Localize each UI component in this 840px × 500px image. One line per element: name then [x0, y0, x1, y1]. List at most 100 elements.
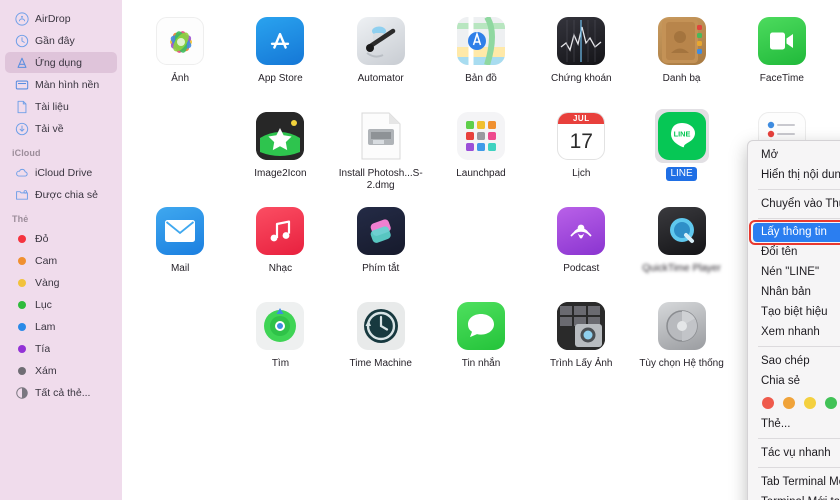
menu-item-compress[interactable]: Nén "LINE"	[748, 262, 840, 282]
sidebar-item-label: Xám	[35, 364, 57, 377]
file-item-contacts[interactable]: Danh bạ	[631, 6, 731, 101]
contacts-icon	[655, 14, 709, 68]
sidebar-item-tag-green[interactable]: Lục	[5, 294, 117, 315]
sidebar-item-airdrop[interactable]: AirDrop	[5, 8, 117, 29]
menu-item-show-package-contents[interactable]: Hiển thị nội dung gói	[748, 165, 840, 185]
context-menu: Mở Hiển thị nội dung gói Chuyển vào Thùn…	[747, 140, 840, 500]
file-item-line[interactable]: LINE LINE	[631, 101, 731, 196]
file-item-image-capture[interactable]: Trình Lấy Ảnh	[531, 291, 631, 386]
sidebar-group-header: Thẻ	[12, 214, 29, 224]
file-item-empty-2	[431, 196, 531, 291]
menu-item-quick-look[interactable]: Xem nhanh	[748, 322, 840, 342]
tag-color-green[interactable]	[825, 397, 837, 409]
menu-item-open[interactable]: Mở	[748, 145, 840, 165]
menu-item-new-terminal-at-folder[interactable]: Terminal Mới tại Thư mục	[748, 492, 840, 500]
sidebar-item-tag-gray[interactable]: Xám	[5, 360, 117, 381]
menu-item-new-terminal-tab-at-folder[interactable]: Tab Terminal Mới tại Thư mục	[748, 472, 840, 492]
sidebar-item-recents[interactable]: Gần đây	[5, 30, 117, 51]
menu-item-copy[interactable]: Sao chép	[748, 351, 840, 371]
file-item-automator[interactable]: Automator	[331, 6, 431, 101]
file-label: Trình Lấy Ảnh	[550, 358, 613, 369]
menu-item-move-to-trash[interactable]: Chuyển vào Thùng rác	[748, 194, 840, 214]
file-item-spacer-3	[130, 291, 230, 386]
photos-icon	[153, 14, 207, 68]
file-item-image2icon[interactable]: Image2Icon	[230, 101, 330, 196]
file-label	[477, 262, 485, 264]
file-label: Chứng khoán	[550, 73, 612, 84]
sidebar-group-favorites: AirDrop Gần đây Ứng dụng Màn hình nền Tà…	[0, 8, 122, 139]
file-item-music[interactable]: Nhạc	[230, 196, 330, 291]
file-item-maps[interactable]: Bản đồ	[431, 6, 531, 101]
sidebar-item-label: Ứng dụng	[35, 56, 82, 69]
file-item-stocks[interactable]: Chứng khoán	[531, 6, 631, 101]
calendar-day: 17	[569, 129, 593, 153]
sidebar-item-tag-red[interactable]: Đỏ	[5, 228, 117, 249]
file-label: Automator	[357, 73, 404, 84]
clock-icon	[14, 33, 29, 48]
menu-item-make-alias[interactable]: Tạo biệt hiệu	[748, 302, 840, 322]
file-item-launchpad[interactable]: Launchpad	[431, 101, 531, 196]
airdrop-icon	[14, 11, 29, 26]
file-item-calendar[interactable]: JUL 17 Lịch	[531, 101, 631, 196]
file-item-facetime[interactable]: FaceTime	[732, 6, 832, 101]
sidebar-item-applications[interactable]: Ứng dụng	[5, 52, 117, 73]
sidebar-item-shared[interactable]: Được chia sẻ	[5, 184, 117, 205]
file-label: Image2Icon	[254, 168, 307, 179]
file-item-mail[interactable]: Mail	[130, 196, 230, 291]
sidebar-item-icloud-drive[interactable]: iCloud Drive	[5, 162, 117, 183]
mail-icon	[153, 204, 207, 258]
menu-item-get-info[interactable]: Lấy thông tin	[753, 223, 840, 242]
tag-color-red[interactable]	[762, 397, 774, 409]
sidebar-item-tag-purple[interactable]: Tía	[5, 338, 117, 359]
file-item-time-machine[interactable]: Time Machine	[331, 291, 431, 386]
desktop-icon	[14, 77, 29, 92]
file-item-system-preferences[interactable]: Tùy chọn Hệ thống	[631, 291, 731, 386]
sidebar-item-tag-yellow[interactable]: Vàng	[5, 272, 117, 293]
messages-icon	[454, 299, 508, 353]
sidebar-item-label: Đỏ	[35, 232, 49, 245]
file-item-podcasts[interactable]: Podcast	[531, 196, 631, 291]
maps-icon	[454, 14, 508, 68]
shortcuts-icon	[354, 204, 408, 258]
sidebar-item-tag-blue[interactable]: Lam	[5, 316, 117, 337]
menu-separator	[758, 189, 840, 190]
find-my-icon	[253, 299, 307, 353]
documents-icon	[14, 99, 29, 114]
file-item-app-store[interactable]: App Store	[230, 6, 330, 101]
image2icon-icon	[253, 109, 307, 163]
tag-color-yellow[interactable]	[804, 397, 816, 409]
stocks-icon	[554, 14, 608, 68]
menu-item-share[interactable]: Chia sẻ ›	[748, 371, 840, 391]
tag-dot-icon	[14, 341, 29, 356]
sidebar-item-label: Lục	[35, 298, 52, 311]
image-capture-icon	[554, 299, 608, 353]
file-label: Tìm	[271, 358, 290, 369]
automator-icon	[354, 14, 408, 68]
file-label: Nhạc	[268, 263, 293, 274]
file-item-dmg[interactable]: Install Photosh...S-2.dmg	[331, 101, 431, 196]
file-label: Install Photosh...S-2.dmg	[338, 168, 423, 191]
cloud-icon	[14, 165, 29, 180]
file-item-shortcuts[interactable]: Phím tắt	[331, 196, 431, 291]
sidebar-item-all-tags[interactable]: Tất cả thẻ...	[5, 382, 117, 403]
tag-dot-icon	[14, 319, 29, 334]
menu-separator	[758, 438, 840, 439]
tag-color-orange[interactable]	[783, 397, 795, 409]
file-item-messages[interactable]: Tin nhắn	[431, 291, 531, 386]
sidebar-item-downloads[interactable]: Tải về	[5, 118, 117, 139]
menu-item-quick-actions[interactable]: Tác vụ nhanh ›	[748, 443, 840, 463]
menu-item-duplicate[interactable]: Nhân bản	[748, 282, 840, 302]
file-item-find-my[interactable]: Tìm	[230, 291, 330, 386]
file-label: Time Machine	[349, 358, 412, 369]
app-store-icon	[253, 14, 307, 68]
file-item-photos[interactable]: Ảnh	[130, 6, 230, 101]
sidebar-item-tag-orange[interactable]: Cam	[5, 250, 117, 271]
sidebar-item-label: iCloud Drive	[35, 166, 93, 179]
menu-item-tags[interactable]: Thẻ...	[748, 414, 840, 434]
sidebar-item-documents[interactable]: Tài liệu	[5, 96, 117, 117]
menu-item-rename[interactable]: Đổi tên	[748, 242, 840, 262]
file-label: Phím tắt	[362, 263, 400, 274]
sidebar-item-desktop[interactable]: Màn hình nền	[5, 74, 117, 95]
sidebar-item-label: Lam	[35, 320, 56, 333]
file-item-quicktime[interactable]: QuickTime Player	[631, 196, 731, 291]
